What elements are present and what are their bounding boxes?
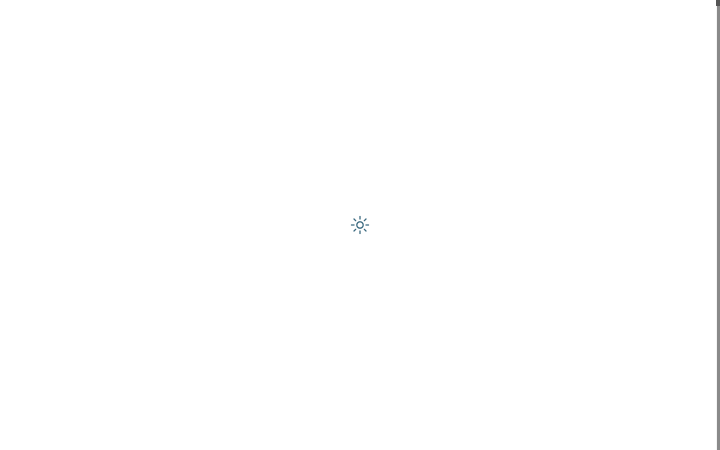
loading-page [0,0,720,450]
spinner-graphic [350,215,370,235]
loading-spinner-icon [350,215,370,235]
vertical-scrollbar[interactable] [716,0,720,450]
scrollbar-up-arrow-icon[interactable] [716,0,720,6]
